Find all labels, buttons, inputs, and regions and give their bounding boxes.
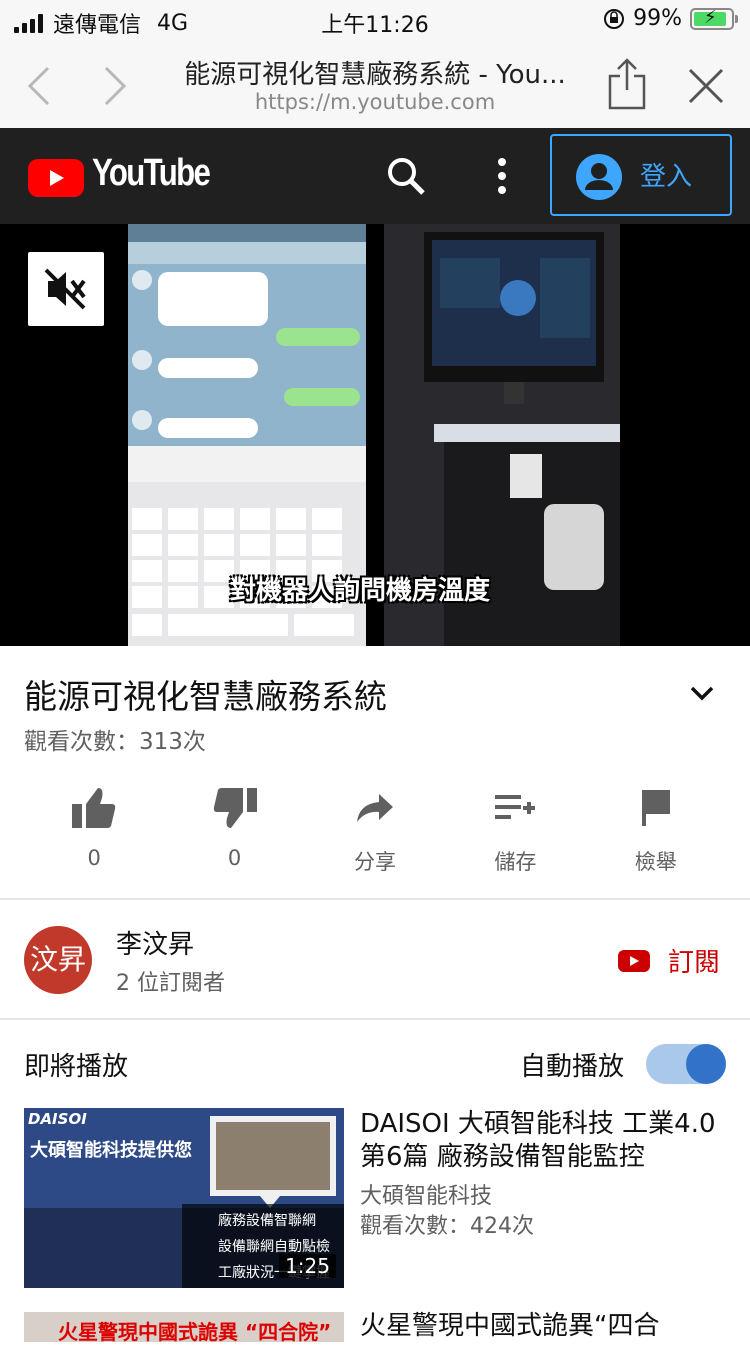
search-icon[interactable] [386, 156, 426, 196]
sign-in-label: 登入 [640, 162, 693, 192]
autoplay-label: 自動播放 [520, 1052, 625, 1082]
sign-in-button[interactable]: 登入 [550, 134, 732, 216]
battery-icon: ⚡ [690, 7, 738, 30]
share-icon [356, 794, 393, 822]
divider [0, 898, 750, 900]
more-options-icon[interactable] [494, 156, 510, 196]
dislike-button[interactable]: 0 [164, 780, 304, 880]
status-bar: 遠傳電信 4G 上午11:26 99% ⚡ [0, 0, 750, 40]
thumb-line: 廠務設備智聯網 [218, 1213, 316, 1229]
volume-muted-icon [44, 268, 86, 310]
subscriber-count: 2 位訂閱者 [116, 971, 225, 996]
divider [0, 1018, 750, 1020]
forward-icon[interactable] [104, 66, 128, 106]
video-caption: 對機器人詢問機房溫度 [230, 576, 491, 606]
share-sheet-icon[interactable] [606, 56, 648, 110]
account-icon [576, 154, 622, 200]
thumb-brand: DAISOI [28, 1110, 87, 1128]
unmute-button[interactable] [28, 252, 104, 326]
report-label: 檢舉 [634, 850, 677, 874]
thumb-heading: 大碩智能科技提供您 [30, 1140, 192, 1161]
related-channel: 大碩智能科技 [360, 1184, 493, 1209]
video-title: 能源可視化智慧廠務系統 [24, 677, 387, 716]
url-display[interactable]: https://m.youtube.com [150, 90, 600, 114]
browser-toolbar: 能源可視化智慧廠務系統 - You... https://m.youtube.c… [0, 40, 750, 129]
save-button[interactable]: 儲存 [445, 780, 585, 880]
dislike-count: 0 [227, 846, 242, 870]
add-to-playlist-icon [495, 795, 536, 819]
view-count: 觀看次數：313次 [24, 729, 206, 755]
like-count: 0 [87, 846, 101, 870]
thumbs-up-icon [72, 788, 116, 828]
youtube-logo-text[interactable]: YouTube [92, 152, 211, 195]
share-button[interactable]: 分享 [305, 780, 445, 880]
flag-icon [641, 790, 670, 826]
related-thumbnail[interactable]: 火星警現中國式詭異 “四合院” [24, 1312, 344, 1344]
youtube-play-icon [618, 949, 650, 972]
battery-percent: 99% [633, 6, 682, 31]
related-title[interactable]: DAISOI 大碩智能科技 工業4.0 第6篇 廠務設備智能監控 [360, 1108, 730, 1174]
subscribe-button[interactable]: 訂閱 [618, 942, 720, 979]
back-icon[interactable] [26, 66, 50, 106]
youtube-logo-icon[interactable] [28, 159, 84, 197]
action-bar: 0 0 分享 儲存 檢舉 [24, 780, 726, 880]
orientation-lock-icon [604, 8, 625, 29]
channel-name[interactable]: 李汶昇 [116, 924, 194, 961]
thumb-text: 火星警現中國式詭異 “四合院” [58, 1320, 332, 1344]
subscribe-label: 訂閱 [668, 948, 721, 978]
related-title[interactable]: 火星警現中國式詭異“四合 [360, 1310, 730, 1343]
chevron-down-icon[interactable] [690, 686, 714, 702]
channel-avatar[interactable]: 汶昇 [24, 926, 92, 994]
like-button[interactable]: 0 [24, 780, 164, 880]
save-label: 儲存 [494, 850, 537, 874]
report-button[interactable]: 檢舉 [586, 780, 726, 880]
close-icon[interactable] [688, 68, 724, 104]
up-next-heading: 即將播放 [24, 1052, 129, 1082]
share-label: 分享 [353, 850, 396, 874]
autoplay-toggle[interactable] [646, 1044, 726, 1084]
page-title[interactable]: 能源可視化智慧廠務系統 - You... [150, 54, 600, 91]
related-thumbnail[interactable]: DAISOI 大碩智能科技提供您 廠務設備智聯網 設備聯網自動點檢 工廠狀況一鍵… [24, 1108, 344, 1288]
status-right: 99% ⚡ [603, 6, 738, 31]
thumb-line: 設備聯網自動點檢 [218, 1239, 330, 1255]
related-views: 觀看次數：424次 [360, 1214, 534, 1239]
thumbs-down-icon [213, 788, 257, 828]
video-duration: 1:25 [279, 1254, 336, 1278]
